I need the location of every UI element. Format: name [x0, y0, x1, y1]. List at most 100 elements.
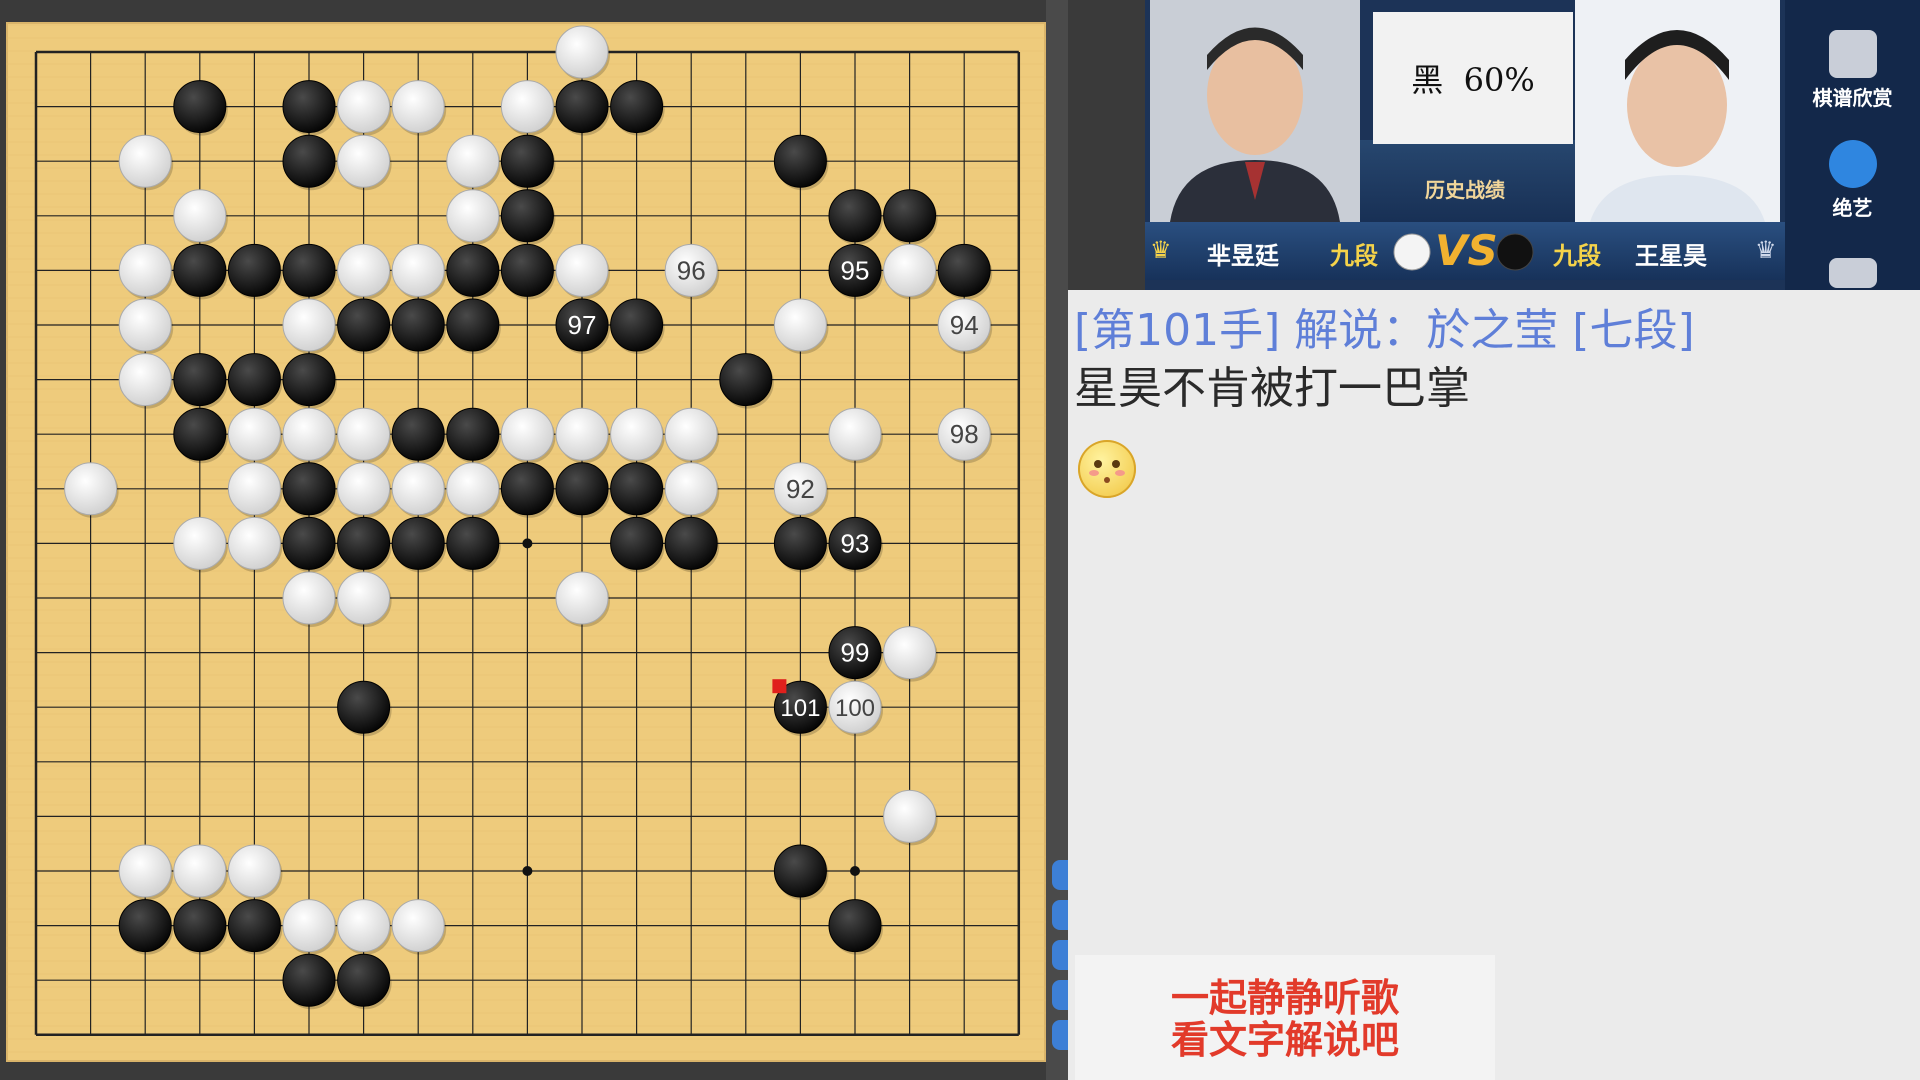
black-stone — [773, 844, 829, 900]
right-player-name: 王星昊 — [1635, 242, 1707, 270]
white-stone — [173, 844, 228, 900]
history-button[interactable]: 历史战绩 — [1390, 176, 1540, 204]
left-player-rank: 九段 — [1330, 242, 1378, 270]
white-stone — [337, 407, 392, 464]
white-stone — [555, 25, 610, 81]
player-panel: 历史战绩 黑 60% ♛ 芈昱廷 九段 VS 九段 王星昊 ♛ — [1145, 0, 1785, 290]
white-stone — [664, 462, 720, 518]
ai-button[interactable]: 绝艺 — [1785, 140, 1920, 221]
caption-line-2: 看文字解说吧 — [1170, 1018, 1399, 1062]
black-stone — [391, 516, 447, 573]
white-stone — [773, 298, 829, 354]
side-tab[interactable] — [1052, 980, 1068, 1010]
white-stone — [282, 407, 337, 464]
white-stone — [337, 243, 392, 300]
black-stone — [227, 353, 283, 409]
white-stone-icon — [1393, 233, 1431, 271]
emoji-face — [1089, 460, 1125, 483]
black-stone — [937, 243, 993, 300]
white-stone: 94 — [937, 298, 993, 354]
white-stone — [118, 844, 174, 900]
list-button[interactable] — [1785, 258, 1920, 292]
move-number: 97 — [568, 310, 597, 340]
go-board[interactable]: 96 95 97 94 98 92 93 99 101 100 — [6, 22, 1046, 1062]
black-stone — [173, 243, 228, 300]
black-stone — [555, 462, 610, 518]
white-stone — [227, 844, 283, 900]
white-stone — [500, 407, 556, 464]
move-number: 96 — [677, 255, 706, 285]
black-stone — [500, 243, 556, 300]
white-stone — [555, 243, 610, 300]
record-viewer-button[interactable]: 棋谱欣赏 — [1785, 30, 1920, 111]
record-viewer-label: 棋谱欣赏 — [1812, 86, 1893, 110]
black-stone — [337, 516, 392, 573]
winrate-text: 黑 60% — [1411, 61, 1535, 99]
board-grid[interactable]: 96 95 97 94 98 92 93 99 101 100 — [6, 22, 1046, 1062]
black-stone — [282, 516, 337, 573]
commentary-header: [第101手] 解说：於之莹 [七段] — [1074, 305, 1695, 356]
white-stone — [118, 298, 174, 354]
black-stone — [337, 953, 392, 1010]
white-stone — [173, 516, 228, 573]
side-tab[interactable] — [1052, 940, 1068, 970]
move-number: 93 — [841, 528, 870, 558]
white-stone — [555, 571, 610, 627]
black-stone — [883, 189, 938, 245]
black-stone — [828, 189, 883, 245]
list-icon — [1828, 258, 1877, 288]
right-player-rank: 九段 — [1553, 242, 1601, 270]
side-tab[interactable] — [1052, 1020, 1068, 1050]
white-stone — [883, 243, 938, 300]
side-tab-strip — [1046, 0, 1068, 1080]
black-stone — [227, 243, 283, 300]
white-stone — [610, 407, 665, 464]
black-stone — [173, 899, 228, 955]
black-stone: 99 — [828, 626, 883, 682]
black-stone — [664, 516, 720, 573]
black-stone — [391, 407, 447, 464]
white-stone — [227, 516, 283, 573]
side-menu: 棋谱欣赏 绝艺 — [1785, 0, 1920, 290]
black-stone — [610, 80, 665, 136]
black-stone-icon — [1496, 233, 1534, 271]
black-stone — [227, 899, 283, 955]
black-stone — [446, 516, 501, 573]
white-stone — [391, 243, 447, 300]
white-stone — [391, 462, 447, 518]
side-tab[interactable] — [1052, 900, 1068, 930]
black-stone — [773, 134, 829, 191]
move-number: 98 — [950, 419, 979, 449]
star-point — [522, 866, 533, 876]
white-stone — [883, 626, 938, 682]
move-number: 100 — [835, 695, 875, 722]
white-stone — [391, 899, 447, 955]
side-tab[interactable] — [1052, 860, 1068, 890]
white-stone — [227, 462, 283, 518]
white-stone — [446, 462, 501, 518]
move-number: 99 — [841, 638, 870, 668]
crown-icon: ♛ — [1755, 236, 1777, 264]
ai-label: 绝艺 — [1832, 196, 1873, 220]
white-stone — [227, 407, 283, 464]
player-photo-right — [1575, 0, 1780, 222]
black-stone: 95 — [828, 243, 883, 300]
black-stone — [500, 462, 556, 518]
history-area: 历史战绩 — [1360, 140, 1575, 222]
black-stone — [282, 80, 337, 136]
black-stone — [282, 243, 337, 300]
ai-icon — [1828, 140, 1877, 188]
white-stone — [173, 189, 228, 245]
black-stone — [446, 298, 501, 354]
white-stone — [337, 462, 392, 518]
white-stone — [337, 899, 392, 955]
player-photo-left — [1150, 0, 1360, 222]
black-stone — [446, 243, 501, 300]
white-stone — [337, 134, 392, 191]
white-stone — [883, 789, 938, 846]
crown-icon: ♛ — [1150, 236, 1172, 264]
black-stone — [500, 189, 556, 245]
winrate-box: 黑 60% — [1373, 12, 1573, 144]
move-number: 92 — [786, 474, 815, 504]
caption-overlay: 一起静静听歌 看文字解说吧 — [1075, 955, 1495, 1080]
